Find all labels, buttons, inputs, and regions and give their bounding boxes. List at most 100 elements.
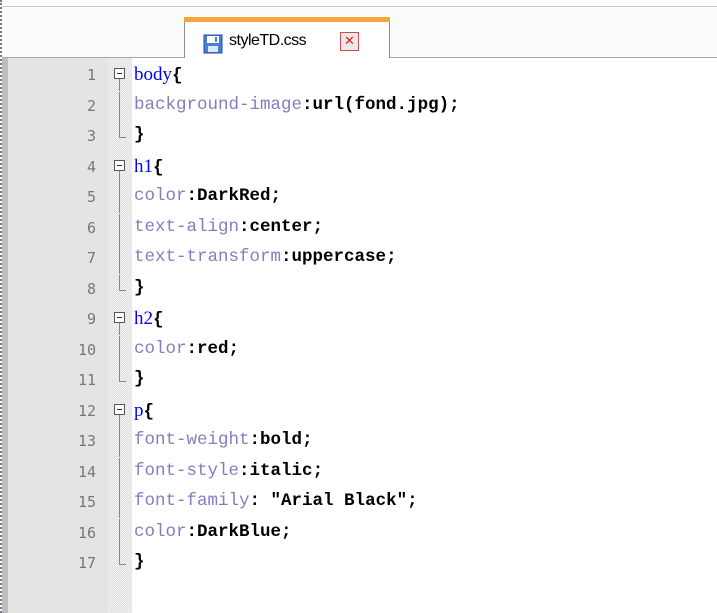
- open-brace: {: [153, 310, 164, 330]
- fold-end-marker: [109, 274, 131, 305]
- close-brace: }: [134, 369, 145, 389]
- line-number: 5: [86, 188, 96, 206]
- open-brace: {: [143, 401, 155, 422]
- editor-window: styleTD.css ✕ 1 body{2 background-image:ur…: [0, 0, 717, 613]
- css-property: color: [134, 186, 187, 206]
- fold-guide-line: [109, 91, 131, 122]
- fold-guide-line: [109, 213, 131, 244]
- fold-toggle-icon[interactable]: [109, 153, 131, 183]
- css-value: uppercase: [291, 247, 387, 267]
- fold-guide-line: [109, 518, 131, 549]
- close-brace: }: [134, 125, 145, 145]
- css-value: DarkBlue: [197, 521, 282, 542]
- line-number: 3: [86, 127, 96, 145]
- line-number: 8: [86, 279, 96, 298]
- code-text: text-transform:uppercase;: [134, 247, 397, 267]
- line-number: 16: [77, 523, 96, 542]
- css-value: "Arial Black": [260, 491, 408, 511]
- code-text: body{: [134, 64, 183, 86]
- line-number: 7: [86, 249, 96, 267]
- code-text: color:DarkRed;: [134, 186, 282, 206]
- code-text: font-family: "Arial Black";: [134, 491, 418, 511]
- css-value: italic: [249, 460, 313, 481]
- code-line[interactable]: 16 color:DarkBlue;: [2, 518, 717, 549]
- line-number: 6: [86, 218, 96, 237]
- code-line[interactable]: 5 color:DarkRed;: [2, 183, 717, 213]
- fold-toggle-icon[interactable]: [109, 397, 131, 427]
- code-line[interactable]: 11}: [2, 366, 717, 396]
- fold-guide-line: [109, 183, 131, 213]
- close-tab-icon[interactable]: ✕: [340, 32, 359, 51]
- line-number: 11: [77, 371, 96, 389]
- code-line[interactable]: 3}: [2, 122, 717, 152]
- css-value: url(fond.jpg): [312, 94, 450, 115]
- code-line[interactable]: 4 h1{: [2, 153, 717, 183]
- css-property: color: [134, 521, 187, 542]
- css-property: font-family: [134, 491, 250, 511]
- fold-end-marker: [109, 122, 131, 152]
- fold-guide-line: [109, 427, 131, 457]
- code-line[interactable]: 12 p{: [2, 397, 717, 427]
- code-line[interactable]: 14 font-style:italic;: [2, 457, 717, 488]
- line-number: 10: [77, 340, 96, 359]
- fold-toggle-icon[interactable]: [109, 61, 131, 91]
- close-brace: }: [134, 277, 145, 298]
- line-number: 1: [86, 66, 96, 84]
- css-property: font-style: [134, 460, 240, 481]
- code-line[interactable]: 10 color:red;: [2, 335, 717, 366]
- css-property: font-weight: [134, 430, 250, 450]
- css-selector: h2: [134, 308, 153, 329]
- save-disk-icon: [203, 34, 223, 54]
- code-line[interactable]: 13 font-weight:bold;: [2, 427, 717, 457]
- code-line[interactable]: 7 text-transform:uppercase;: [2, 244, 717, 274]
- code-text: }: [134, 552, 145, 572]
- line-number: 9: [86, 310, 96, 328]
- code-line[interactable]: 2 background-image:url(fond.jpg);: [2, 91, 717, 122]
- fold-guide-line: [109, 335, 131, 366]
- code-text: p{: [134, 400, 154, 422]
- line-number: 13: [77, 432, 96, 450]
- open-brace: {: [153, 157, 164, 178]
- css-property: text-align: [134, 216, 240, 237]
- code-line[interactable]: 15 font-family: "Arial Black";: [2, 488, 717, 518]
- code-text: color:red;: [134, 338, 240, 359]
- code-text: background-image:url(fond.jpg);: [134, 94, 460, 115]
- fold-toggle-icon[interactable]: [109, 305, 131, 335]
- line-number: 4: [86, 157, 96, 176]
- fold-guide-line: [109, 488, 131, 518]
- css-property: background-image: [134, 94, 303, 115]
- css-value: center: [249, 216, 313, 237]
- code-text: h1{: [134, 156, 164, 178]
- code-text: font-style:italic;: [134, 460, 324, 481]
- code-area[interactable]: 1 body{2 background-image:url(fond.jpg); 3}…: [2, 58, 717, 613]
- line-number: 15: [77, 493, 96, 511]
- line-number: 14: [77, 462, 96, 481]
- code-line[interactable]: 17}: [2, 549, 717, 579]
- fold-end-marker: [109, 366, 131, 396]
- line-number: 17: [77, 554, 96, 572]
- code-text: }: [134, 125, 145, 145]
- css-selector: h1: [134, 155, 153, 177]
- css-property: text-transform: [134, 247, 282, 267]
- css-property: color: [134, 338, 187, 359]
- code-text: text-align:center;: [134, 216, 324, 237]
- code-line[interactable]: 9 h2{: [2, 305, 717, 335]
- css-selector: p: [134, 399, 144, 421]
- open-brace: {: [172, 66, 183, 86]
- code-text: h2{: [134, 308, 164, 330]
- code-line[interactable]: 1 body{: [2, 61, 717, 91]
- code-text: color:DarkBlue;: [134, 521, 292, 542]
- active-tab-accent: [184, 17, 390, 22]
- fold-guide-line: [109, 244, 131, 274]
- code-line[interactable]: 8}: [2, 274, 717, 305]
- close-brace: }: [134, 552, 145, 572]
- fold-guide-line: [109, 457, 131, 488]
- tab-bar: styleTD.css ✕: [2, 6, 717, 61]
- line-number: 2: [86, 96, 96, 115]
- code-line[interactable]: 6 text-align:center;: [2, 213, 717, 244]
- tab-styletd-css[interactable]: styleTD.css ✕: [184, 17, 390, 61]
- css-value: DarkRed: [197, 186, 271, 206]
- tab-label: styleTD.css: [229, 32, 307, 49]
- code-text: }: [134, 369, 145, 389]
- css-selector: body: [134, 64, 172, 85]
